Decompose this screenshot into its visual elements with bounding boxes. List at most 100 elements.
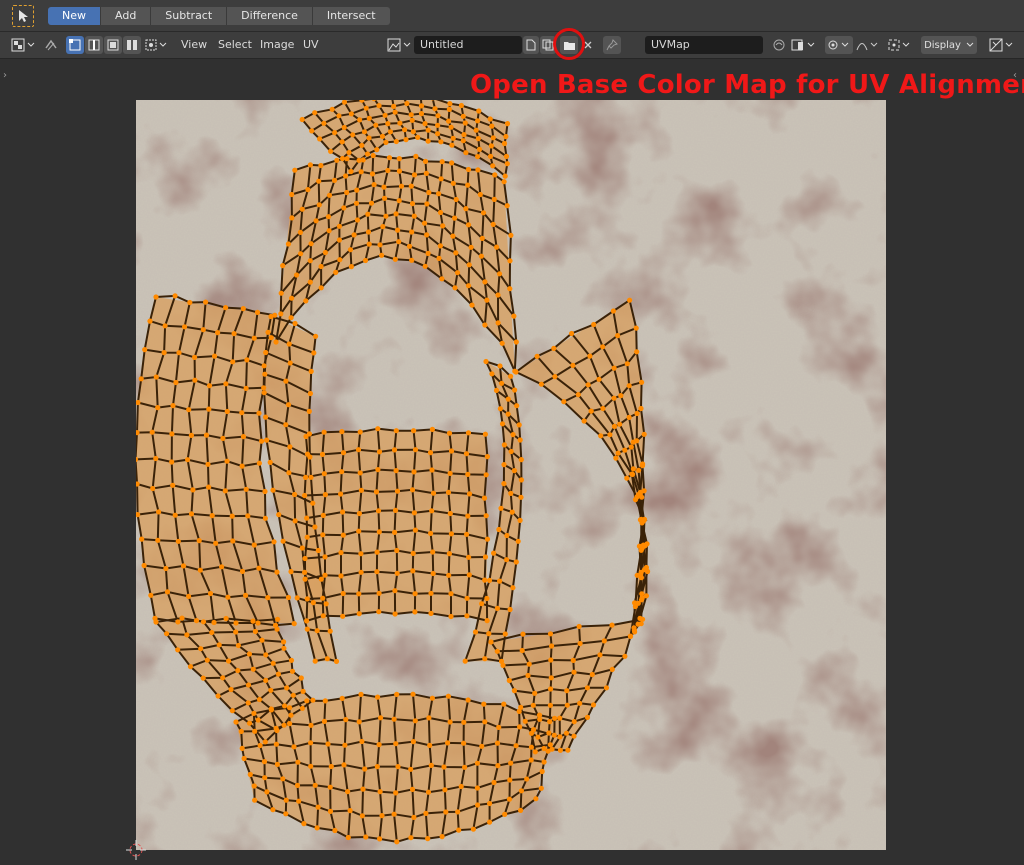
collar-vertex[interactable] — [348, 111, 354, 117]
yoke-vertex[interactable] — [347, 247, 354, 253]
collar-vertex[interactable] — [425, 127, 431, 133]
collar-vertex[interactable] — [403, 137, 409, 143]
lower-right-vertex[interactable] — [537, 716, 543, 722]
left-panel-vertex[interactable] — [203, 432, 210, 438]
lower-left-vertex[interactable] — [220, 675, 226, 681]
yoke-vertex[interactable] — [507, 258, 513, 264]
yoke-vertex[interactable] — [480, 210, 487, 216]
right-panel-vertex[interactable] — [634, 572, 640, 578]
right-panel-vertex[interactable] — [638, 516, 644, 522]
right-panel-vertex[interactable] — [600, 344, 606, 350]
yoke-vertex[interactable] — [411, 172, 418, 178]
waist-vertex[interactable] — [423, 810, 429, 817]
mode-intersect-button[interactable]: Intersect — [312, 7, 390, 25]
lower-left-vertex[interactable] — [246, 651, 252, 657]
waist-vertex[interactable] — [551, 732, 557, 738]
left-panel-vertex[interactable] — [170, 482, 176, 488]
right-panel-vertex[interactable] — [634, 438, 640, 444]
left-strap-vertex[interactable] — [310, 600, 316, 606]
waist-vertex[interactable] — [314, 825, 320, 831]
left-strap-vertex[interactable] — [264, 437, 270, 443]
yoke-vertex[interactable] — [307, 162, 313, 168]
yoke-vertex[interactable] — [409, 229, 415, 235]
yoke-vertex[interactable] — [490, 221, 496, 227]
yoke-vertex[interactable] — [341, 205, 347, 211]
lower-right-vertex[interactable] — [488, 639, 494, 645]
waist-vertex[interactable] — [410, 739, 416, 745]
center-panel-vertex[interactable] — [358, 487, 364, 493]
lower-left-vertex[interactable] — [275, 616, 281, 622]
left-strap-vertex[interactable] — [288, 569, 294, 575]
lower-right-vertex[interactable] — [571, 719, 577, 725]
yoke-vertex[interactable] — [318, 263, 324, 270]
right-panel-vertex[interactable] — [585, 382, 591, 388]
yoke-vertex[interactable] — [423, 170, 429, 176]
right-strap-vertex[interactable] — [501, 481, 507, 487]
center-panel-vertex[interactable] — [320, 613, 326, 619]
left-panel-vertex[interactable] — [150, 485, 156, 492]
waist-vertex[interactable] — [496, 724, 502, 731]
center-panel-vertex[interactable] — [356, 510, 362, 517]
left-panel-vertex[interactable] — [192, 354, 198, 360]
lower-right-vertex[interactable] — [530, 702, 536, 708]
waist-vertex[interactable] — [315, 804, 321, 810]
left-panel-vertex[interactable] — [230, 359, 236, 365]
lower-left-vertex[interactable] — [179, 615, 185, 621]
waist-vertex[interactable] — [377, 836, 383, 842]
right-strap-vertex[interactable] — [511, 468, 517, 474]
yoke-vertex[interactable] — [318, 285, 324, 291]
lower-right-vertex[interactable] — [557, 715, 563, 721]
yoke-vertex[interactable] — [424, 201, 430, 207]
lower-left-vertex[interactable] — [229, 708, 235, 714]
left-panel-vertex[interactable] — [153, 374, 159, 380]
vertex-select-icon[interactable] — [66, 36, 84, 54]
collar-vertex[interactable] — [490, 163, 496, 169]
left-panel-vertex[interactable] — [175, 619, 181, 625]
waist-vertex[interactable] — [359, 738, 365, 745]
yoke-vertex[interactable] — [465, 222, 472, 228]
right-strap-vertex[interactable] — [516, 422, 522, 428]
yoke-vertex[interactable] — [297, 229, 303, 235]
center-panel-vertex[interactable] — [410, 568, 416, 574]
center-panel-vertex[interactable] — [428, 610, 434, 616]
center-panel-vertex[interactable] — [464, 595, 470, 601]
center-panel-vertex[interactable] — [429, 508, 435, 514]
left-panel-vertex[interactable] — [230, 538, 236, 544]
waist-vertex[interactable] — [378, 715, 384, 721]
waist-vertex[interactable] — [502, 811, 508, 818]
right-strap-vertex[interactable] — [515, 538, 521, 544]
waist-vertex[interactable] — [321, 718, 327, 725]
lower-left-vertex[interactable] — [245, 700, 251, 706]
center-panel-vertex[interactable] — [409, 487, 416, 493]
center-panel-vertex[interactable] — [412, 591, 418, 597]
waist-vertex[interactable] — [345, 834, 351, 841]
center-panel-vertex[interactable] — [410, 550, 416, 556]
waist-vertex[interactable] — [552, 715, 558, 721]
yoke-vertex[interactable] — [422, 158, 429, 164]
right-strap-vertex[interactable] — [505, 396, 511, 402]
center-panel-vertex[interactable] — [339, 429, 345, 435]
left-strap-vertex[interactable] — [308, 474, 314, 480]
left-panel-vertex[interactable] — [188, 511, 195, 517]
lower-right-vertex[interactable] — [511, 688, 517, 694]
collar-vertex[interactable] — [332, 130, 338, 136]
yoke-vertex[interactable] — [436, 191, 442, 197]
waist-vertex[interactable] — [325, 741, 331, 747]
left-panel-vertex[interactable] — [255, 620, 261, 626]
collar-vertex[interactable] — [460, 113, 466, 119]
lower-left-vertex[interactable] — [209, 629, 215, 636]
lower-left-vertex[interactable] — [270, 660, 276, 666]
lower-right-vertex[interactable] — [565, 747, 571, 753]
right-strap-vertex[interactable] — [497, 406, 503, 412]
center-panel-vertex[interactable] — [376, 529, 382, 535]
yoke-vertex[interactable] — [453, 196, 459, 203]
yoke-vertex[interactable] — [437, 243, 443, 249]
waist-vertex[interactable] — [393, 790, 399, 796]
waist-vertex[interactable] — [425, 836, 431, 842]
waist-vertex[interactable] — [461, 740, 467, 746]
right-panel-vertex[interactable] — [610, 308, 616, 314]
center-panel-vertex[interactable] — [391, 447, 398, 453]
center-panel-vertex[interactable] — [466, 491, 473, 497]
lower-right-vertex[interactable] — [564, 688, 570, 694]
lower-right-vertex[interactable] — [622, 653, 628, 659]
